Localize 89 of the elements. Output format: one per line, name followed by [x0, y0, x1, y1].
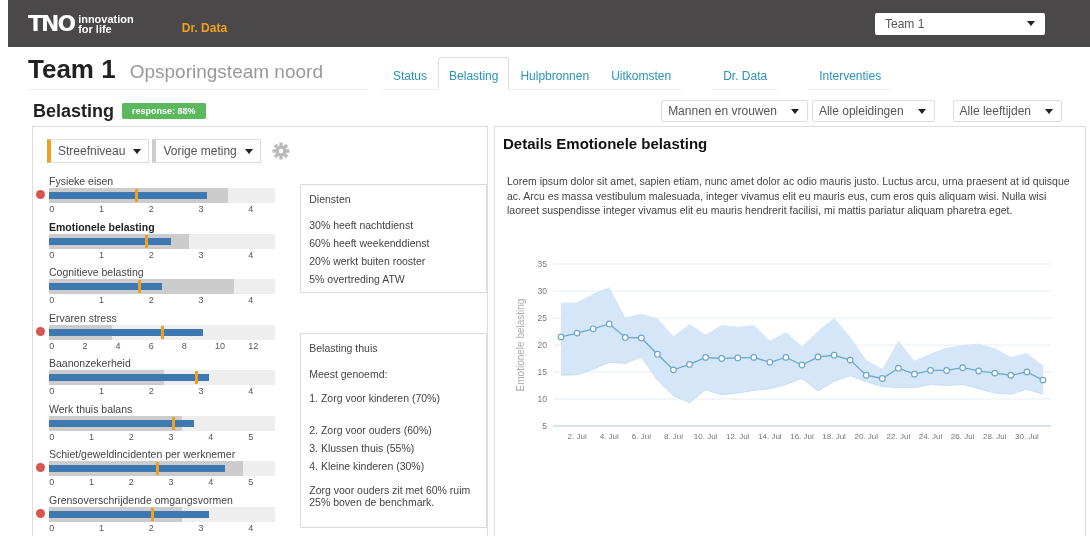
axis-tick: 3 — [198, 204, 204, 214]
axis-tick: 2 — [128, 431, 134, 442]
axis-tick: 4 — [208, 477, 214, 487]
axis-tick: 5 — [248, 431, 254, 442]
axis-tick: 4 — [248, 204, 254, 214]
y-tick-label: 5 — [542, 420, 547, 431]
info-text: 5% overtreding ATW — [309, 273, 406, 285]
y-axis-title: Emotionele belasting — [515, 298, 526, 391]
y-tick-label: 35 — [537, 258, 547, 269]
axis-tick: 2 — [148, 295, 154, 305]
logo-tagline: innovation — [78, 13, 134, 24]
info-text: 1. Zorg voor kinderen (70%) — [309, 392, 441, 404]
axis-tick: 3 — [198, 295, 204, 305]
axis-tick: 1 — [98, 249, 104, 260]
axis-tick: 4 — [115, 340, 121, 351]
axis-tick: 2 — [148, 204, 154, 214]
axis-tick: 5 — [248, 477, 254, 487]
section-title: Belasting — [33, 100, 115, 122]
axis-tick: 0 — [49, 295, 55, 305]
axis-tick: 4 — [248, 386, 254, 396]
axis-tick: 1 — [89, 477, 95, 487]
axis-tick: 3 — [198, 386, 204, 396]
axis-tick: 0 — [49, 340, 55, 351]
y-tick-label: 10 — [537, 393, 547, 404]
info-text: Zorg voor ouders zit met 60% ruim 25% boven de benchmark. — [309, 484, 472, 508]
axis-tick: 1 — [98, 204, 104, 214]
x-tick-label: 18. Jul — [822, 431, 846, 441]
axis-tick: 2 — [148, 386, 154, 396]
axis-tick: 0 — [49, 431, 55, 442]
axis-tick: 10 — [215, 340, 225, 351]
x-tick-label: 8. Jul — [663, 431, 684, 441]
axis-tick: 6 — [148, 340, 154, 351]
page-title: Team 1 — [28, 54, 116, 85]
x-tick-label: 16. Jul — [790, 431, 814, 441]
x-tick-label: 22. Jul — [886, 431, 911, 441]
page-subtitle: Opsporingsteam noord — [129, 61, 323, 83]
info-text: Meest genoemd: — [309, 368, 389, 380]
y-tick-label: 15 — [537, 366, 547, 377]
axis-tick: 1 — [98, 295, 104, 305]
x-tick-label: 4. Jul — [599, 431, 619, 441]
axis-tick: 1 — [98, 386, 104, 396]
axis-tick: 2 — [148, 522, 154, 533]
axis-tick: 3 — [198, 522, 204, 533]
axis-tick: 0 — [49, 204, 55, 214]
axis-tick: 3 — [168, 477, 174, 487]
response-badge: response: 88% — [122, 103, 206, 119]
x-tick-label: 2. Jul — [567, 431, 587, 441]
info-text: 2. Zorg voor ouders (60%) — [309, 424, 433, 436]
axis-tick: 2 — [82, 340, 88, 351]
x-tick-label: 14. Jul — [758, 431, 782, 441]
axis-tick: 0 — [49, 249, 55, 260]
y-tick-label: 25 — [537, 312, 547, 323]
info-box-title: Diensten — [309, 193, 352, 205]
info-text: 4. Kleine kinderen (30%) — [309, 460, 426, 472]
axis-tick: 12 — [248, 340, 259, 351]
x-tick-label: 10. Jul — [693, 431, 718, 441]
axis-tick: 4 — [248, 522, 254, 533]
details-text: Lorem ipsum dolor sit amet, sapien etiam, nunc amet dolor ac odio mauris justo. Luctus arcu, urna praesent at id quisque ac. Arcu es massa vestibulum malesuada, integer vivamus elit eu mauris eus, cum eros quis aliquam wisi. Nulla wisi laoreet suspendisse integer vivamus elit eu mauris hendrerit facilisi, mi mattis pariatur aliquam pharetra eget. — [507, 174, 1071, 218]
y-tick-label: 20 — [537, 339, 547, 350]
info-box-title: Belasting thuis — [309, 342, 379, 354]
axis-tick: 1 — [98, 522, 104, 533]
logo-tagline: for life — [78, 23, 112, 34]
axis-tick: 3 — [198, 249, 204, 260]
axis-tick: 0 — [49, 477, 55, 487]
x-tick-label: 12. Jul — [725, 431, 750, 441]
x-tick-label: 26. Jul — [950, 431, 975, 441]
details-title: Details Emotionele belasting — [503, 135, 709, 152]
info-text: 30% heeft nachtdienst — [309, 219, 415, 231]
axis-tick: 1 — [89, 431, 95, 442]
y-tick-label: 30 — [537, 285, 547, 296]
axis-tick: 4 — [248, 295, 254, 305]
info-text: 3. Klussen thuis (55%) — [309, 442, 416, 454]
axis-tick: 3 — [168, 431, 174, 442]
info-text: 60% heeft weekenddienst — [309, 237, 431, 249]
axis-tick: 4 — [248, 249, 254, 260]
axis-tick: 2 — [128, 477, 134, 487]
info-text: 20% werkt buiten rooster — [309, 255, 427, 267]
axis-tick: 2 — [148, 249, 154, 260]
x-tick-label: 28. Jul — [983, 431, 1007, 441]
app-name: Dr. Data — [181, 20, 228, 35]
axis-tick: 0 — [49, 522, 55, 533]
x-tick-label: 20. Jul — [854, 431, 879, 441]
logo: TNO — [28, 11, 75, 36]
axis-tick: 4 — [208, 431, 214, 442]
axis-tick: 8 — [181, 340, 187, 351]
x-tick-label: 30. Jul — [1015, 431, 1039, 441]
x-tick-label: 24. Jul — [918, 431, 943, 441]
x-tick-label: 6. Jul — [631, 431, 651, 441]
axis-tick: 0 — [49, 386, 55, 396]
